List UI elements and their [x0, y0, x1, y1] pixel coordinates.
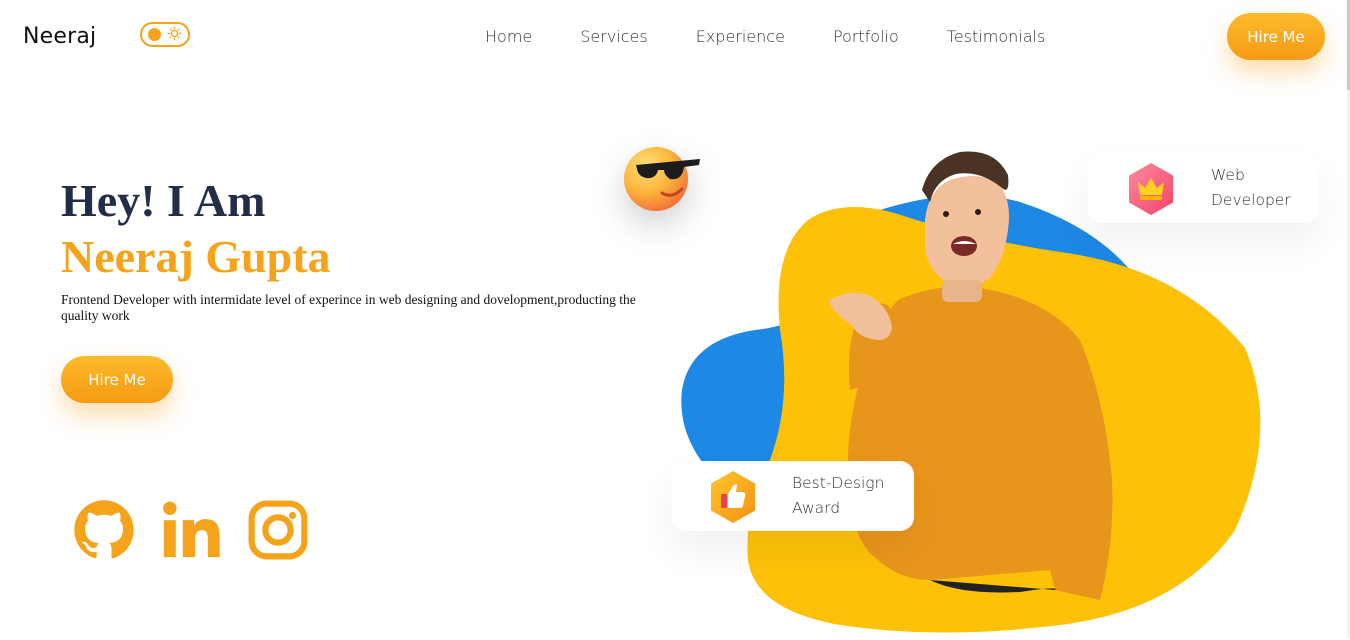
hero-description: Frontend Developer with intermidate leve…	[61, 292, 636, 323]
nav-experience[interactable]: Experience	[696, 27, 785, 46]
social-links	[73, 497, 309, 563]
web-developer-line2: Developer	[1211, 191, 1291, 209]
github-icon[interactable]	[73, 497, 135, 563]
best-design-award-card: Best-Design Award	[672, 461, 914, 531]
nav-home[interactable]: Home	[485, 27, 532, 46]
toggle-knob	[148, 28, 161, 41]
crown-icon	[1129, 163, 1173, 215]
theme-toggle[interactable]	[140, 22, 190, 47]
nav-portfolio[interactable]: Portfolio	[833, 27, 899, 46]
sun-icon	[167, 26, 182, 41]
best-design-award-label: Best-Design Award	[792, 471, 902, 521]
nav-services[interactable]: Services	[580, 27, 647, 46]
nav-testimonials[interactable]: Testimonials	[947, 27, 1046, 46]
instagram-icon[interactable]	[247, 499, 309, 561]
hire-me-hero-button[interactable]: Hire Me	[61, 356, 173, 403]
hire-me-nav-button[interactable]: Hire Me	[1227, 13, 1325, 60]
hero-greeting: Hey! I Am	[61, 175, 266, 226]
web-developer-label: Web Developer	[1211, 163, 1306, 213]
web-developer-line1: Web	[1211, 166, 1245, 184]
linkedin-icon[interactable]	[159, 499, 223, 561]
main-nav: Home Services Experience Portfolio Testi…	[485, 27, 1045, 46]
hero-name: Neeraj Gupta	[61, 231, 331, 282]
award-line2: Award	[792, 499, 841, 517]
logo[interactable]: Neeraj	[23, 24, 96, 49]
award-line1: Best-Design	[792, 474, 885, 492]
thumbs-up-icon	[711, 471, 755, 523]
web-developer-card: Web Developer	[1088, 152, 1318, 223]
